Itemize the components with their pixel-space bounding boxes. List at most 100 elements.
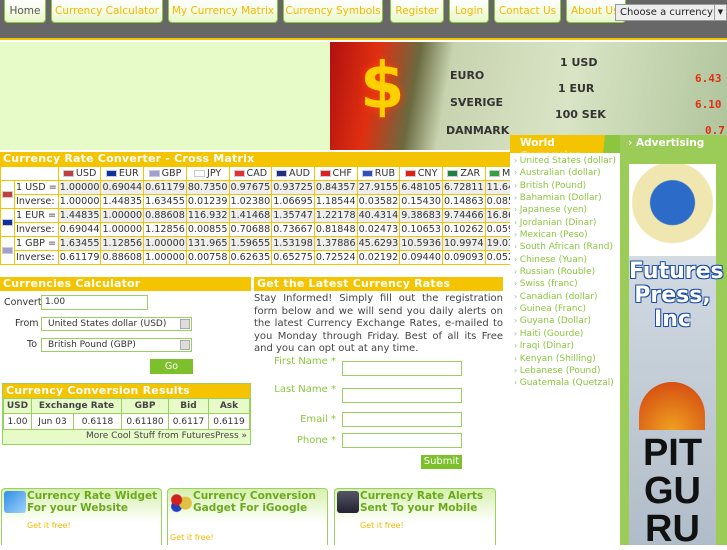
from-currency-select[interactable]: United States dollar (USD) xyxy=(41,317,192,331)
email-signup: Get the Latest Currency Rates emailed Da… xyxy=(254,277,503,356)
flag-icon xyxy=(62,169,74,177)
rate-cell: 1.22178 xyxy=(313,208,358,223)
rate-cell: 0.93725 xyxy=(271,180,315,195)
table-row: 1.00 Jun 03 0.6118 0.61180 0.6117 0.6119 xyxy=(3,413,250,430)
nav-currency-calculator[interactable]: Currency Calculator xyxy=(51,0,163,23)
from-value: United States dollar (USD) xyxy=(48,319,167,329)
currency-list: United States (dollar)Australian (dollar… xyxy=(510,155,620,390)
currency-link[interactable]: Jordanian (Dinar) xyxy=(510,217,620,229)
currency-link[interactable]: Australian (dollar) xyxy=(510,167,620,179)
board-rate: 6.43 xyxy=(695,72,722,85)
inverse-cell: 0.15430 xyxy=(399,194,443,209)
currency-code: CAD xyxy=(246,168,268,179)
currency-link[interactable]: British (Pound) xyxy=(510,180,620,192)
ad-text: Futures Press, Inc xyxy=(629,259,724,332)
currency-select[interactable]: Choose a currency ▼ xyxy=(615,4,727,21)
phone-label: Phone * xyxy=(296,435,336,446)
nav-contact-us[interactable]: Contact Us xyxy=(494,0,561,23)
currency-code: AUD xyxy=(289,168,311,179)
inverse-cell: 0.62635 xyxy=(228,250,273,265)
currency-link[interactable]: Japanese (yen) xyxy=(510,204,620,216)
to-currency-select[interactable]: British Pound (GBP) xyxy=(41,338,192,352)
get-it-free-link[interactable]: Get it free! xyxy=(170,533,214,542)
currency-link[interactable]: South African (Rand) xyxy=(510,241,620,253)
flag-icon xyxy=(194,169,206,177)
get-it-free-link[interactable]: Get it free! xyxy=(360,521,404,530)
promo-title: Currency Conversion Gadget For iGoogle xyxy=(193,490,316,514)
cell: 0.6119 xyxy=(208,413,250,430)
get-it-free-link[interactable]: Get it free! xyxy=(27,521,71,530)
currency-link[interactable]: Canadian (dollar) xyxy=(510,291,620,303)
last-name-input[interactable] xyxy=(342,388,462,403)
rate-cell: 10.5936 xyxy=(399,236,443,251)
rate-cell: 1.44835 xyxy=(57,208,102,223)
rate-cell: 9.38683 xyxy=(399,208,443,223)
flag-icon xyxy=(233,169,245,177)
row-flag xyxy=(0,208,15,237)
world-title: World Currencies xyxy=(510,135,620,161)
col-header-usd: USD xyxy=(57,166,102,181)
col-header: GBP xyxy=(121,398,169,414)
nav-currency-symbols[interactable]: Currency Symbols xyxy=(283,0,383,23)
table-row: Inverse: 0.69044 1.00000 1.12856 0.00855 0.70… xyxy=(1,222,529,237)
currency-select-value: Choose a currency xyxy=(620,7,713,18)
nav-register[interactable]: Register xyxy=(390,0,444,23)
currencies-calculator: Currencies Calculator xyxy=(0,277,251,291)
row-flag xyxy=(0,236,15,265)
board-text: 1 EUR xyxy=(558,82,595,95)
currency-code: RUB xyxy=(374,168,396,179)
convert-amount-input[interactable]: 1.00 xyxy=(41,295,148,310)
col-header: USD xyxy=(3,398,32,414)
rate-cell: 9.74466 xyxy=(441,208,486,223)
ad-text2: PIT GU RU xyxy=(642,432,703,550)
cell: 0.61180 xyxy=(121,413,169,430)
rate-cell: 10.9974 xyxy=(441,236,486,251)
currency-link[interactable]: Guatemala (Quetzal) xyxy=(510,377,620,389)
currency-code: ZAR xyxy=(460,168,481,179)
inverse-cell: 0.10653 xyxy=(399,222,443,237)
rate-cell: 1.00000 xyxy=(57,180,102,195)
currency-link[interactable]: Guyana (Dollar) xyxy=(510,315,620,327)
more-link[interactable]: More Cool Stuff from FuturesPress » xyxy=(3,430,250,444)
row-label: 1 GBP = xyxy=(14,236,59,251)
rate-cell: 1.53198 xyxy=(271,236,315,251)
inverse-cell: 0.09093 xyxy=(441,250,486,265)
currency-link[interactable]: Chinese (Yuan) xyxy=(510,254,620,266)
nav-home[interactable]: Home xyxy=(4,0,46,23)
currency-link[interactable]: Guinea (Franc) xyxy=(510,303,620,315)
submit-button[interactable]: Submit xyxy=(421,455,462,469)
inverse-cell: 1.06695 xyxy=(271,194,315,209)
currency-link[interactable]: Iraqi (Dinar) xyxy=(510,340,620,352)
inverse-cell: 0.81848 xyxy=(313,222,358,237)
currency-link[interactable]: Swiss (franc) xyxy=(510,278,620,290)
currency-link[interactable]: Haiti (Gourde) xyxy=(510,328,620,340)
promo-gadget[interactable]: Currency Conversion Gadget For iGoogle G… xyxy=(167,488,328,545)
inverse-cell: 1.44835 xyxy=(100,194,145,209)
promo-mobile[interactable]: Currency Rate Alerts Sent To your Mobile… xyxy=(334,488,496,545)
flag-icon xyxy=(361,169,373,177)
rate-cell: 1.00000 xyxy=(143,236,187,251)
nav-my-currency-matrix[interactable]: My Currency Matrix xyxy=(168,0,278,23)
last-name-label: Last Name * xyxy=(274,384,336,395)
phone-input[interactable] xyxy=(342,433,462,448)
promo-widget[interactable]: Currency Rate Widget For your Website Ge… xyxy=(1,488,162,545)
ad-illustration xyxy=(639,382,705,430)
go-button[interactable]: Go xyxy=(150,359,193,374)
currency-link[interactable]: Bahamian (Dollar) xyxy=(510,192,620,204)
advertisement-banner[interactable]: Futures Press, Inc PIT GU RU xyxy=(629,164,724,550)
currency-link[interactable]: Mexican (Peso) xyxy=(510,229,620,241)
currency-link[interactable]: Russian (Rouble) xyxy=(510,266,620,278)
inverse-cell: 0.01239 xyxy=(185,194,230,209)
currency-code: CHF xyxy=(332,168,352,179)
rate-cell: 0.61179 xyxy=(143,180,187,195)
rate-cell: 1.63455 xyxy=(57,236,102,251)
convert-label: Convert xyxy=(4,297,42,308)
currency-link[interactable]: Lebanese (Pound) xyxy=(510,365,620,377)
email-input[interactable] xyxy=(342,412,462,427)
currency-link[interactable]: Kenyan (Shilling) xyxy=(510,353,620,365)
col-header-zar: ZAR xyxy=(441,166,486,181)
nav-login[interactable]: Login xyxy=(449,0,489,23)
advertising-title: › Advertising xyxy=(628,137,705,149)
first-name-input[interactable] xyxy=(342,361,462,376)
flag-icon xyxy=(319,169,331,177)
